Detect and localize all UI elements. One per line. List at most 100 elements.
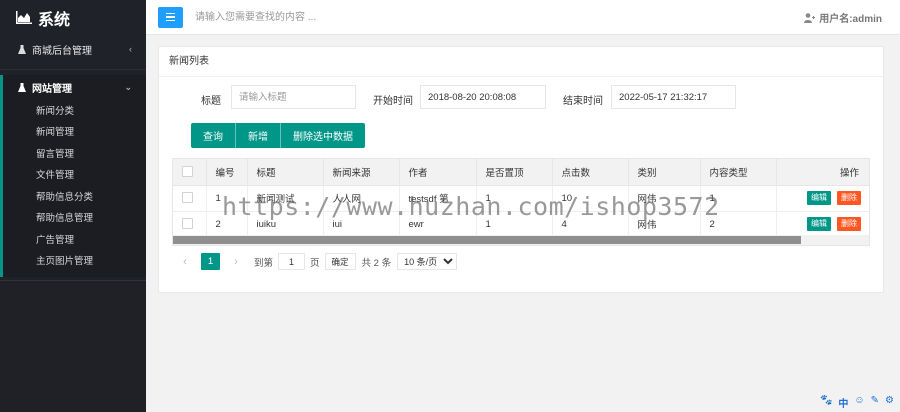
gear-icon[interactable]: ⚙: [885, 395, 894, 409]
sidebar-item-label: 新闻管理: [36, 127, 75, 139]
next-page-icon[interactable]: ›: [228, 256, 244, 268]
cell-source: 人人网: [323, 185, 400, 212]
sidebar-divider: [0, 69, 146, 70]
column-header[interactable]: 类别: [628, 159, 701, 186]
sidebar-item-label: 文件管理: [36, 170, 75, 182]
sidebar-item-label: 主页图片管理: [36, 256, 94, 268]
column-header[interactable]: 是否置顶: [476, 159, 553, 186]
column-header[interactable]: 点击数: [552, 159, 629, 186]
sidebar-item-news-manage[interactable]: 新闻管理: [3, 121, 146, 143]
cell-operations: 编辑 删除: [776, 185, 869, 212]
table-row: 2 iuiku iui ewr 1 4 网伟 2 编辑 删除: [173, 211, 869, 238]
cell-content-type: 1: [700, 185, 777, 212]
search-input[interactable]: [195, 6, 495, 28]
edit-button[interactable]: 编辑: [807, 191, 831, 205]
top-header: 用户名:admin: [146, 0, 900, 35]
cell-top: 1: [476, 185, 553, 212]
title-filter-input[interactable]: [231, 85, 356, 109]
sidebar-item-label: 留言管理: [36, 148, 75, 160]
sidebar-item-help-manage[interactable]: 帮助信息管理: [3, 207, 146, 229]
area-chart-icon: [16, 11, 32, 24]
edit-icon[interactable]: ✎: [871, 395, 879, 409]
cell-content-type: 2: [700, 211, 777, 238]
sidebar-item-label: 帮助信息分类: [36, 191, 94, 203]
user-name: 用户名:admin: [819, 14, 882, 25]
add-button[interactable]: 新增: [236, 123, 281, 148]
sidebar-item-news-category[interactable]: 新闻分类: [3, 99, 146, 121]
select-all-cell: [173, 159, 207, 186]
sidebar-item-help-category[interactable]: 帮助信息分类: [3, 185, 146, 207]
flask-icon: [18, 44, 26, 54]
user-plus-icon: [804, 12, 816, 23]
cell-author: ewr: [399, 211, 477, 238]
sidebar-item-label: 帮助信息管理: [36, 213, 94, 225]
chinese-input-icon[interactable]: 中: [838, 395, 848, 410]
cell-clicks: 4: [552, 211, 629, 238]
column-header[interactable]: 新闻来源: [323, 159, 400, 186]
horizontal-scrollbar[interactable]: [173, 235, 869, 245]
sidebar: 系统 商城后台管理 ‹ 网站管理 ⌄ 新闻分类 新闻管理 留言管理 文件管理 帮…: [0, 0, 146, 412]
sidebar-item-ads[interactable]: 广告管理: [3, 228, 146, 250]
sidebar-item-messages[interactable]: 留言管理: [3, 142, 146, 164]
total-count: 共 2 条: [361, 257, 392, 269]
menu-toggle-button[interactable]: [158, 6, 183, 28]
bottom-toolbar: 🐾 中 ☺ ✎ ⚙: [820, 395, 894, 410]
news-list-panel: 新闻列表 标题 开始时间 结束时间 查询 新增 删除选中数据 编号 标题 新闻来…: [158, 46, 884, 293]
delete-button[interactable]: 删除: [837, 217, 861, 231]
end-time-label: 结束时间: [563, 96, 603, 107]
cell-title: 新闻测试: [247, 185, 324, 212]
sidebar-group-shop[interactable]: 商城后台管理 ‹: [0, 37, 146, 61]
scrollbar-thumb[interactable]: [173, 236, 801, 244]
cell-source: iui: [323, 211, 400, 238]
smile-icon[interactable]: ☺: [854, 395, 864, 409]
pagination: ‹ 1 › 到第 页 确定 共 2 条 10 条/页: [172, 250, 870, 273]
table-row: 1 新闻测试 人人网 testsdf 第 1 10 网伟 1 编辑 删除: [173, 185, 869, 212]
sidebar-group-label: 网站管理: [32, 83, 72, 95]
sidebar-group-site-header[interactable]: 网站管理 ⌄: [3, 75, 146, 99]
chevron-down-icon: ⌄: [124, 81, 132, 92]
select-all-checkbox[interactable]: [182, 166, 193, 178]
delete-selected-button[interactable]: 删除选中数据: [281, 123, 365, 148]
edit-button[interactable]: 编辑: [807, 217, 831, 231]
column-header[interactable]: 内容类型: [700, 159, 777, 186]
column-header[interactable]: 编号: [206, 159, 248, 186]
flask-icon: [18, 82, 26, 92]
cell-operations: 编辑 删除: [776, 211, 869, 238]
cell-top: 1: [476, 211, 553, 238]
end-time-input[interactable]: [611, 85, 736, 109]
query-button[interactable]: 查询: [191, 123, 236, 148]
paw-icon[interactable]: 🐾: [820, 395, 832, 409]
sidebar-group-label: 商城后台管理: [32, 45, 92, 57]
column-header: 操作: [776, 159, 869, 186]
app-logo: 系统: [0, 0, 146, 35]
start-time-input[interactable]: [420, 85, 546, 109]
current-page[interactable]: 1: [201, 253, 220, 270]
row-select-cell: [173, 211, 207, 238]
delete-button[interactable]: 删除: [837, 191, 861, 205]
sidebar-item-files[interactable]: 文件管理: [3, 164, 146, 186]
goto-page-input[interactable]: [278, 253, 306, 270]
row-checkbox[interactable]: [182, 192, 193, 204]
cell-title: iuiku: [247, 211, 324, 238]
column-header[interactable]: 作者: [399, 159, 477, 186]
sidebar-item-label: 广告管理: [36, 234, 75, 246]
page-unit-label: 页: [310, 257, 320, 269]
row-checkbox[interactable]: [182, 218, 193, 230]
column-header[interactable]: 标题: [247, 159, 324, 186]
user-menu[interactable]: 用户名:admin: [804, 10, 882, 25]
page-size-select[interactable]: 10 条/页: [397, 253, 458, 270]
hamburger-icon: [166, 12, 175, 15]
cell-category: 网伟: [628, 185, 701, 212]
goto-label: 到第: [254, 257, 274, 269]
table-header-row: 编号 标题 新闻来源 作者 是否置顶 点击数 类别 内容类型 操作: [173, 159, 869, 186]
sidebar-group-site: 网站管理 ⌄ 新闻分类 新闻管理 留言管理 文件管理 帮助信息分类 帮助信息管理…: [0, 75, 146, 277]
sidebar-item-home-images[interactable]: 主页图片管理: [3, 250, 146, 272]
goto-confirm-button[interactable]: 确定: [324, 253, 356, 270]
cell-category: 网伟: [628, 211, 701, 238]
row-select-cell: [173, 185, 207, 212]
panel-title: 新闻列表: [159, 47, 883, 77]
chevron-left-icon: ‹: [129, 44, 132, 54]
cell-id: 2: [206, 211, 248, 238]
prev-page-icon[interactable]: ‹: [177, 256, 193, 268]
start-time-label: 开始时间: [373, 96, 413, 107]
